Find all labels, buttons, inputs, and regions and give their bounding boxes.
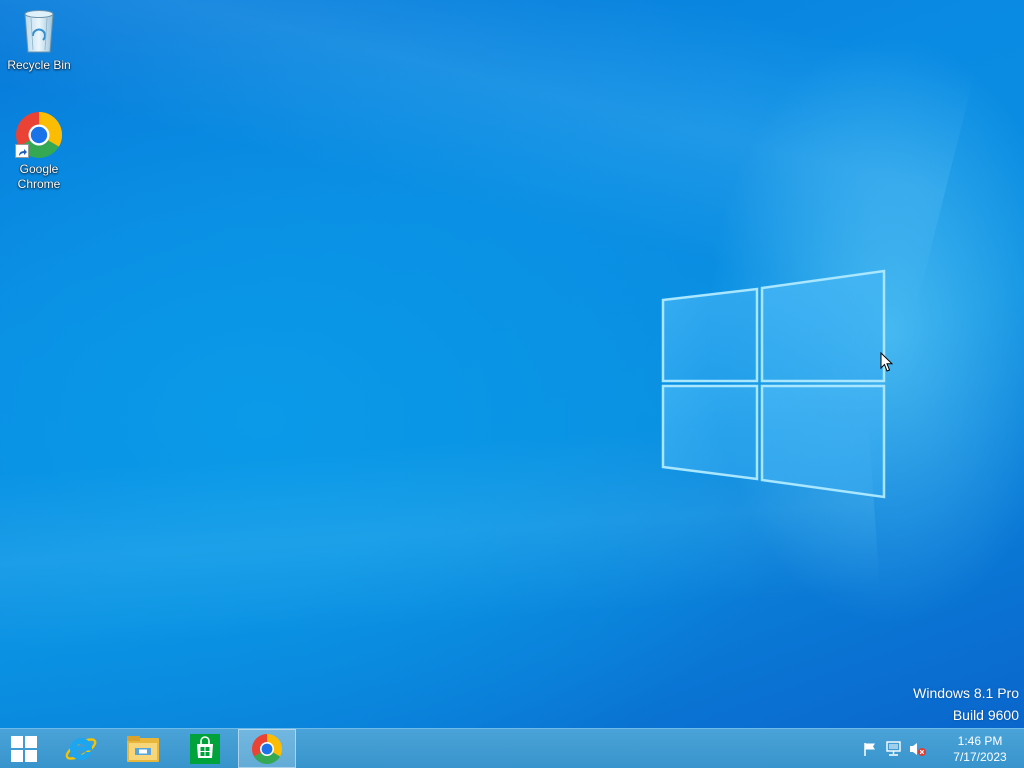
taskbar-store-button[interactable] [176,729,234,768]
desktop-icon-label: Google Chrome [17,162,61,191]
recycle-bin-icon [15,6,63,56]
windows-version-watermark: Windows 8.1 Pro Build 9600 [913,682,1019,726]
taskbar-file-explorer-button[interactable] [114,729,172,768]
clock-date: 7/17/2023 [953,749,1007,764]
clock-time: 1:46 PM [957,733,1003,748]
desktop-icon-google-chrome[interactable]: Google Chrome [1,110,77,192]
chrome-icon [15,110,63,160]
taskbar-internet-explorer-button[interactable] [52,729,110,768]
store-icon [190,733,220,764]
desktop-icon-recycle-bin[interactable]: Recycle Bin [1,6,77,73]
clock[interactable]: 1:46 PM 7/17/2023 [942,733,1018,765]
desktop[interactable]: Recycle Bin Google Chrome Windows 8.1 Pr… [0,0,1024,728]
taskbar-chrome-button[interactable] [238,729,296,768]
internet-explorer-icon [65,737,97,760]
action-center-flag-icon[interactable] [861,740,879,758]
chrome-icon [251,733,283,764]
desktop-icon-label: Recycle Bin [7,58,71,72]
system-tray: 1:46 PM 7/17/2023 [858,729,1024,768]
taskbar: 1:46 PM 7/17/2023 [0,728,1024,768]
start-button[interactable] [0,729,48,768]
shortcut-arrow-icon [15,144,29,158]
build-text: Build 9600 [952,707,1019,723]
windows-logo-wallpaper [661,269,886,499]
windows-start-icon [11,735,37,762]
network-icon[interactable] [885,740,903,758]
volume-muted-icon[interactable] [909,740,927,758]
file-explorer-icon [127,735,159,762]
mouse-cursor-icon [880,352,893,372]
edition-text: Windows 8.1 Pro [913,685,1019,701]
